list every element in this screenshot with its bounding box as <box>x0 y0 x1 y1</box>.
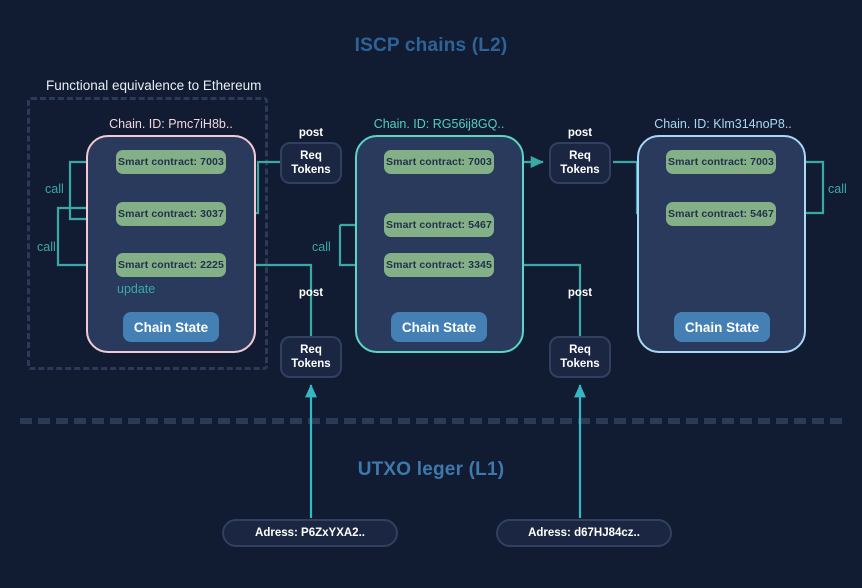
address-pill[interactable]: Adress: d67HJ84cz.. <box>496 519 672 547</box>
smart-contract-pill[interactable]: Smart contract: 7003 <box>384 150 494 174</box>
smart-contract-pill[interactable]: Smart contract: 7003 <box>116 150 226 174</box>
req-line-2: Tokens <box>560 358 600 370</box>
smart-contract-pill[interactable]: Smart contract: 5467 <box>384 213 494 237</box>
req-tokens-text: Req Tokens <box>291 343 330 371</box>
update-edge-label: update <box>117 282 156 296</box>
chain-id-label-3: Chain. ID: Klm314noP8.. <box>654 117 792 131</box>
req-line-1: Req <box>300 343 322 356</box>
post-edge-label: post <box>298 127 324 139</box>
req-line-2: Tokens <box>291 358 331 370</box>
chain-state-box-1[interactable]: Chain State <box>123 312 219 342</box>
smart-contract-pill[interactable]: Smart contract: 3037 <box>116 202 226 226</box>
req-tokens-box[interactable]: Req Tokens <box>549 142 611 184</box>
call-edge-label: call <box>45 182 64 196</box>
req-tokens-box[interactable]: Req Tokens <box>549 336 611 378</box>
call-edge-label: call <box>828 182 847 196</box>
smart-contract-pill[interactable]: Smart contract: 7003 <box>666 150 776 174</box>
req-tokens-box[interactable]: Req Tokens <box>280 336 342 378</box>
req-tokens-text: Req Tokens <box>291 149 330 177</box>
req-line-1: Req <box>300 149 322 162</box>
req-line-2: Tokens <box>291 164 331 176</box>
req-tokens-box[interactable]: Req Tokens <box>280 142 342 184</box>
req-line-2: Tokens <box>560 164 600 176</box>
diagram-canvas: Functional equivalence to Ethereum ISCP … <box>0 0 862 588</box>
post-edge-label: post <box>567 287 593 299</box>
chain-state-box-2[interactable]: Chain State <box>391 312 487 342</box>
smart-contract-pill[interactable]: Smart contract: 3345 <box>384 253 494 277</box>
l2-section-title: ISCP chains (L2) <box>354 35 508 56</box>
chain-id-label-2: Chain. ID: RG56ij8GQ.. <box>373 117 505 131</box>
smart-contract-pill[interactable]: Smart contract: 5467 <box>666 202 776 226</box>
req-tokens-text: Req Tokens <box>560 149 599 177</box>
chain-id-label-1: Chain. ID: Pmc7iH8b.. <box>109 117 233 131</box>
call-edge-label: call <box>312 240 331 254</box>
address-pill[interactable]: Adress: P6ZxYXA2.. <box>222 519 398 547</box>
l1-divider <box>20 418 842 424</box>
req-line-1: Req <box>569 343 591 356</box>
smart-contract-pill[interactable]: Smart contract: 2225 <box>116 253 226 277</box>
post-edge-label: post <box>567 127 593 139</box>
req-tokens-text: Req Tokens <box>560 343 599 371</box>
call-edge-label: call <box>37 240 56 254</box>
chain-state-box-3[interactable]: Chain State <box>674 312 770 342</box>
functional-equivalence-label: Functional equivalence to Ethereum <box>46 78 262 93</box>
l1-section-title: UTXO leger (L1) <box>357 459 505 480</box>
req-line-1: Req <box>569 149 591 162</box>
post-edge-label: post <box>298 287 324 299</box>
